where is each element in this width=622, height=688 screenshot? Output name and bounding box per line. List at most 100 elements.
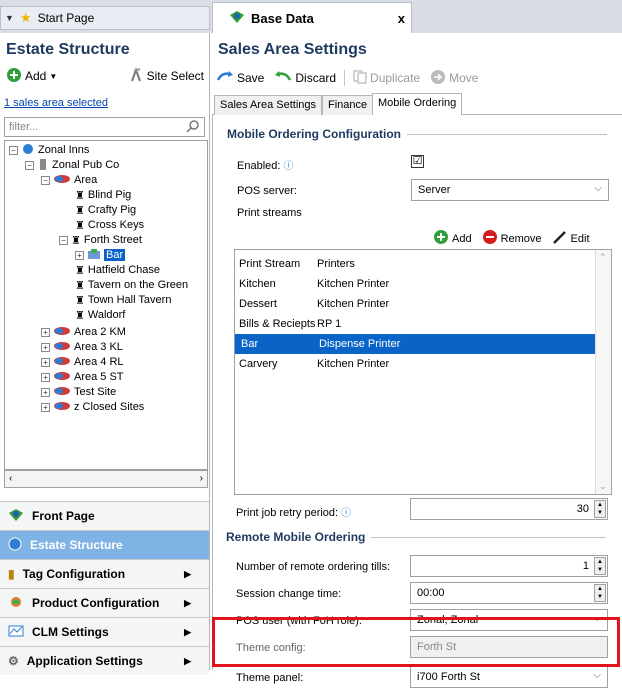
tree-node-area[interactable]: + Test Site — [41, 385, 116, 399]
company-icon — [37, 157, 49, 174]
collapse-icon[interactable]: − — [41, 175, 50, 185]
tree-node-site[interactable]: ♜ Town Hall Tavern — [75, 293, 171, 307]
tree-node-site[interactable]: ♜ Waldorf — [75, 308, 125, 322]
session-change-label: Session change time: — [236, 588, 342, 600]
duplicate-button[interactable]: Duplicate — [353, 70, 420, 87]
tree-node-area[interactable]: + Area 3 KL — [41, 340, 123, 354]
tree-node-area[interactable]: + Area 2 KM — [41, 325, 126, 339]
tree-node-area[interactable]: + Area 4 RL — [41, 355, 124, 369]
save-icon — [216, 70, 234, 87]
nav-estate-structure[interactable]: Estate Structure — [0, 530, 209, 559]
table-row[interactable]: Kitchen Kitchen Printer — [235, 274, 597, 294]
expand-icon[interactable]: + — [75, 250, 84, 260]
search-icon[interactable] — [186, 119, 200, 136]
print-streams-label: Print streams — [237, 207, 302, 219]
site-icon: ♜ — [75, 204, 85, 217]
stepper-arrows-icon[interactable]: ▲ ▼ — [594, 584, 606, 602]
edit-print-stream-button[interactable]: Edit — [552, 229, 590, 248]
expand-icon[interactable]: + — [41, 342, 50, 352]
tree-node-site[interactable]: ♜ Hatfield Chase — [75, 263, 160, 277]
tree-node-area[interactable]: + z Closed Sites — [41, 400, 144, 414]
stepper-arrows-icon[interactable]: ▲ ▼ — [594, 500, 606, 518]
tab-finance[interactable]: Finance — [322, 95, 374, 115]
globe-icon — [21, 143, 35, 158]
info-icon[interactable]: ⓘ — [284, 161, 294, 172]
settings-subtabs: Sales Area Settings Finance Mobile Order… — [212, 93, 622, 116]
remote-ordering-section: Remote Mobile Ordering — [226, 530, 606, 544]
site-icon: ♜ — [75, 279, 85, 292]
add-print-stream-button[interactable]: Add — [433, 229, 472, 248]
sales-area-selected-link[interactable]: 1 sales area selected — [4, 97, 108, 109]
site-icon: ♜ — [75, 309, 85, 322]
move-button[interactable]: Move — [430, 69, 478, 88]
tree-node-site[interactable]: ♜ Tavern on the Green — [75, 278, 188, 292]
nav-tag-configuration[interactable]: ▮ Tag Configuration ▶ — [0, 559, 209, 588]
scroll-right-icon[interactable]: › — [200, 473, 203, 484]
tab-start-page[interactable]: ▼ ★ Start Page — [0, 6, 210, 30]
nav-application-settings[interactable]: ⚙ Application Settings ▶ — [0, 646, 209, 675]
table-row[interactable]: Dessert Kitchen Printer — [235, 294, 597, 314]
base-data-icon — [229, 10, 245, 27]
tab-start-label: Start Page — [37, 11, 95, 25]
theme-panel-select[interactable]: i700 Forth St ⌵ — [410, 666, 608, 688]
scroll-down-icon[interactable]: ⌄ — [599, 481, 607, 492]
estate-tree[interactable]: − Zonal Inns − Zonal Pub Co − Area ♜ Blin… — [4, 140, 208, 470]
tree-node-site[interactable]: ♜ Cross Keys — [75, 218, 144, 232]
tree-node-company[interactable]: − Zonal Pub Co — [25, 158, 119, 172]
chart-icon — [8, 624, 24, 641]
close-tab-button[interactable]: x — [398, 11, 405, 26]
estate-toolbar: Add ▼ Site Select — [0, 63, 210, 89]
grid-vertical-scrollbar[interactable]: ⌃ ⌄ — [595, 250, 611, 494]
stepper-arrows-icon[interactable]: ▲ ▼ — [594, 557, 606, 575]
tab-base-data[interactable]: Base Data x — [212, 2, 412, 33]
scroll-up-icon[interactable]: ⌃ — [599, 252, 607, 263]
site-icon: ♜ — [75, 189, 85, 202]
tab-dropdown-icon[interactable]: ▼ — [5, 13, 14, 23]
expand-icon[interactable]: + — [41, 327, 50, 337]
tree-node-area[interactable]: + Area 5 ST — [41, 370, 124, 384]
session-change-time-input[interactable]: 00:00 ▲ ▼ — [410, 582, 608, 604]
collapse-icon[interactable]: − — [59, 235, 68, 245]
chevron-right-icon: ▶ — [184, 655, 191, 666]
tree-node-sales-area[interactable]: + Bar — [75, 248, 126, 262]
site-select-button[interactable]: Site Select — [128, 66, 204, 86]
settings-toolbar: Save Discard Duplicate Move — [212, 67, 622, 89]
tree-node-site[interactable]: ♜ Blind Pig — [75, 188, 131, 202]
save-button[interactable]: Save — [216, 70, 264, 87]
tree-node-site[interactable]: − ♜ Forth Street — [59, 233, 142, 247]
grid-header: Print Stream Printers — [239, 258, 355, 270]
toolbar-divider — [344, 70, 346, 86]
tree-node-root[interactable]: − Zonal Inns — [9, 143, 89, 157]
table-row-selected[interactable]: Bar Dispense Printer — [235, 334, 597, 354]
table-row[interactable]: Carvery Kitchen Printer — [235, 354, 597, 374]
filter-input[interactable]: filter... — [4, 117, 205, 137]
scroll-left-icon[interactable]: ‹ — [9, 473, 12, 484]
expand-icon[interactable]: + — [41, 387, 50, 397]
chevron-down-icon: ⌵ — [593, 670, 601, 681]
enabled-checkbox[interactable]: ☑ — [411, 155, 424, 168]
discard-button[interactable]: Discard — [274, 70, 336, 87]
tab-sales-area-settings[interactable]: Sales Area Settings — [214, 95, 323, 115]
nav-product-configuration[interactable]: Product Configuration ▶ — [0, 588, 209, 617]
info-icon[interactable]: ⓘ — [341, 508, 351, 519]
tree-horizontal-scrollbar[interactable]: ‹ › — [4, 470, 208, 488]
expand-icon[interactable]: + — [41, 372, 50, 382]
pos-server-select[interactable]: Server ⌵ — [411, 179, 609, 201]
tab-mobile-ordering[interactable]: Mobile Ordering — [372, 93, 463, 116]
product-icon — [8, 595, 24, 612]
nav-front-page[interactable]: Front Page — [0, 501, 209, 530]
print-streams-grid[interactable]: Print Stream Printers Kitchen Kitchen Prin… — [234, 249, 612, 495]
nav-clm-settings[interactable]: CLM Settings ▶ — [0, 617, 209, 646]
tree-node-site[interactable]: ♜ Crafty Pig — [75, 203, 136, 217]
remove-print-stream-button[interactable]: Remove — [482, 229, 542, 248]
add-button[interactable]: Add ▼ — [6, 67, 57, 86]
expand-icon[interactable]: + — [41, 357, 50, 367]
tree-node-area[interactable]: − Area — [41, 173, 97, 187]
expand-icon[interactable]: + — [41, 402, 50, 412]
remote-tills-stepper[interactable]: 1 ▲ ▼ — [410, 555, 608, 577]
collapse-icon[interactable]: − — [9, 145, 18, 155]
collapse-icon[interactable]: − — [25, 160, 34, 170]
retry-period-stepper[interactable]: 30 ▲ ▼ — [410, 498, 608, 520]
table-row[interactable]: Bills & Reciepts RP 1 — [235, 314, 597, 334]
retry-period-label: Print job retry period: ⓘ — [236, 507, 352, 519]
